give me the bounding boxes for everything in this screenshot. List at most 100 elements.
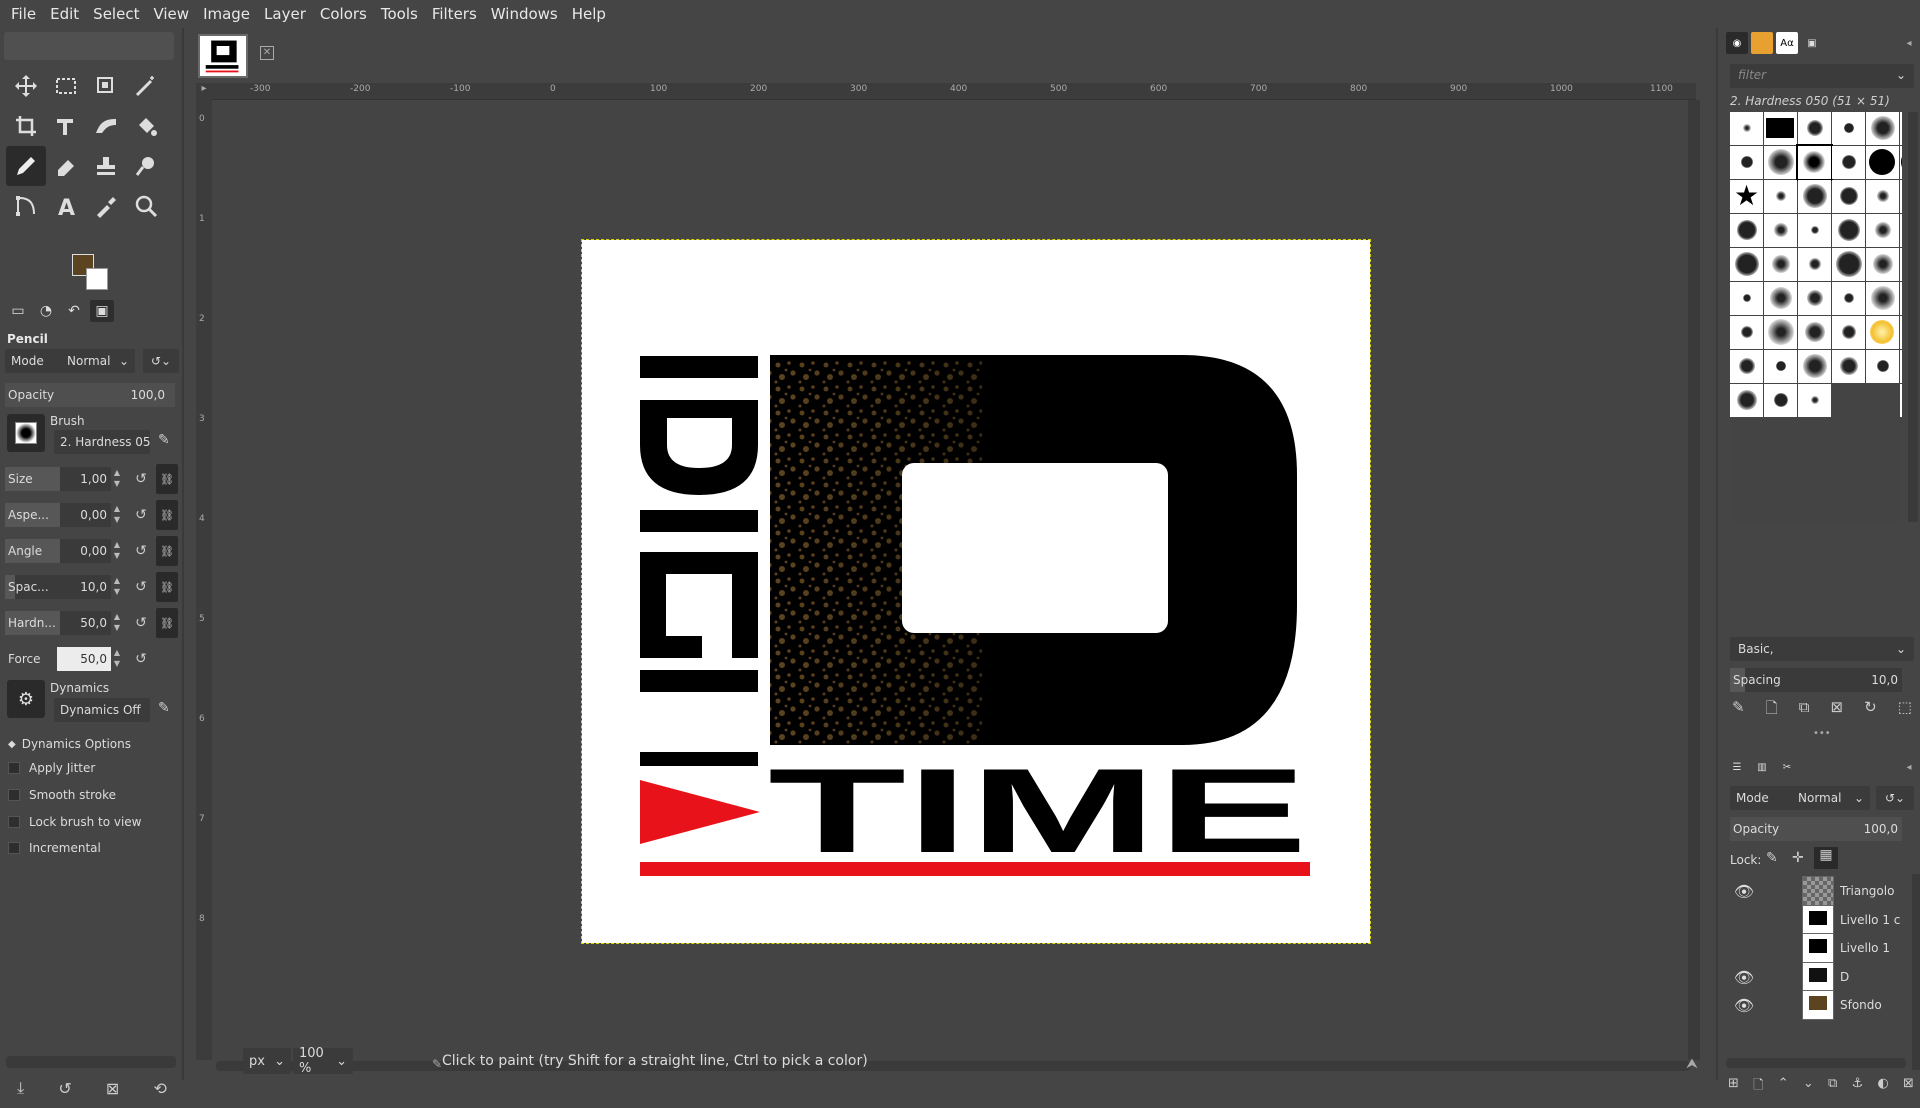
bucket-fill-tool-icon[interactable] [126, 106, 166, 146]
save-options-icon[interactable]: ⤓ [17, 1078, 24, 1098]
paths-tab-icon[interactable]: ✂ [1776, 756, 1798, 778]
brush-thumbnail[interactable] [1900, 180, 1902, 213]
delete-options-icon[interactable]: ⊠ [106, 1079, 119, 1098]
opacity-slider[interactable]: Opacity 100,0 [5, 383, 175, 407]
angle-spin-icon[interactable]: ▲ ▼ [111, 539, 123, 563]
duplicate-layer-icon[interactable]: ⧉ [1828, 1076, 1837, 1098]
quick-mask-corner-icon[interactable]: ▸ [196, 83, 212, 100]
menu-help[interactable]: Help [565, 5, 613, 23]
brush-thumbnail[interactable] [1866, 282, 1899, 315]
brush-set-combo[interactable]: Basic, ⌄ [1730, 637, 1914, 661]
brush-thumbnail[interactable] [1832, 316, 1865, 349]
brush-thumbnail[interactable] [1900, 214, 1902, 247]
size-reset-icon[interactable]: ↺ [131, 467, 151, 491]
brush-as-image-icon[interactable]: ⬚ [1898, 698, 1912, 723]
tool-options-tab-icon[interactable]: ▭ [6, 300, 30, 322]
smooth-stroke-checkbox[interactable]: Smooth stroke [8, 788, 116, 802]
anchor-layer-icon[interactable]: ⚓ [1852, 1076, 1864, 1098]
aspect-reset-icon[interactable]: ↺ [131, 503, 151, 527]
brush-thumbnail[interactable] [1900, 350, 1902, 383]
menu-file[interactable]: File [4, 5, 43, 23]
images-tab-icon[interactable]: ▣ [90, 300, 114, 322]
aspect-spin-icon[interactable]: ▲ ▼ [111, 503, 123, 527]
force-slider[interactable]: Force 50,0 [5, 647, 111, 671]
brush-thumbnail[interactable] [1764, 180, 1797, 213]
hardness-link-icon[interactable]: ⛓ [156, 608, 178, 638]
brush-thumbnail[interactable] [1798, 384, 1831, 417]
brush-thumbnail[interactable] [1764, 146, 1797, 179]
layer-mode-reset-button[interactable]: ↺⌄ [1876, 786, 1914, 810]
brush-name-field[interactable]: 2. Hardness 050 [54, 430, 150, 454]
image-canvas[interactable]: TIME [581, 239, 1371, 944]
brush-thumbnail[interactable] [1730, 316, 1763, 349]
raise-layer-icon[interactable]: ⌃ [1778, 1076, 1789, 1098]
brush-thumbnail[interactable]: ★ [1730, 180, 1763, 213]
brush-filter-input[interactable]: filter ⌄ [1730, 64, 1914, 88]
unit-combo[interactable]: px ⌄ [243, 1048, 291, 1074]
visibility-eye-icon[interactable]: 👁 [1732, 996, 1756, 1015]
layer-opacity-slider[interactable]: Opacity 100,0 [1730, 817, 1902, 841]
menu-edit[interactable]: Edit [43, 5, 86, 23]
aspect-slider[interactable]: Aspe... 0,00 [5, 503, 111, 527]
zoom-combo[interactable]: 100 % ⌄ [293, 1046, 353, 1076]
menu-tools[interactable]: Tools [374, 5, 425, 23]
edit-dynamics-icon[interactable]: ✎ [158, 700, 170, 716]
brush-thumbnail[interactable] [1730, 112, 1763, 145]
images-tab-icon[interactable]: ▣ [1801, 32, 1823, 54]
incremental-checkbox[interactable]: Incremental [8, 841, 101, 855]
paths-tool-icon[interactable] [6, 186, 46, 226]
color-picker-tool-icon[interactable] [86, 186, 126, 226]
undo-history-tab-icon[interactable]: ↶ [62, 300, 86, 322]
rect-select-tool-icon[interactable] [46, 66, 86, 106]
apply-jitter-checkbox[interactable]: Apply Jitter [8, 761, 95, 775]
brush-thumbnail[interactable] [1796, 144, 1833, 181]
canvas-area[interactable]: TIME [212, 100, 1696, 1060]
brush-thumbnail[interactable] [1730, 350, 1763, 383]
image-tab-thumbnail[interactable] [198, 34, 248, 78]
new-brush-icon[interactable]: 🗋 [1766, 698, 1778, 723]
brush-thumbnail[interactable] [1900, 282, 1902, 315]
spacing-slider[interactable]: Spac... 10,0 [5, 575, 111, 599]
vertical-scrollbar[interactable] [1688, 100, 1700, 1060]
layers-dock-menu-icon[interactable]: ◂ [1898, 756, 1920, 778]
lock-brush-checkbox[interactable]: Lock brush to view [8, 815, 142, 829]
brush-thumbnail[interactable] [1832, 350, 1865, 383]
spacing-link-icon[interactable]: ⛓ [156, 572, 178, 602]
brush-thumbnail[interactable] [1730, 146, 1763, 179]
force-spin-icon[interactable]: ▲ ▼ [111, 647, 123, 671]
brush-thumbnail[interactable] [1730, 248, 1763, 281]
size-slider[interactable]: Size 1,00 [5, 467, 111, 491]
dynamics-field[interactable]: Dynamics Off [54, 698, 150, 722]
clone-tool-icon[interactable] [86, 146, 126, 186]
refresh-brushes-icon[interactable]: ↻ [1864, 698, 1877, 723]
brush-thumbnail[interactable] [1798, 248, 1831, 281]
channels-tab-icon[interactable]: ▥ [1751, 756, 1773, 778]
brush-thumbnail[interactable] [1832, 180, 1865, 213]
menu-windows[interactable]: Windows [484, 5, 565, 23]
menu-layer[interactable]: Layer [257, 5, 313, 23]
brush-thumbnail[interactable] [1730, 384, 1763, 417]
reset-options-icon[interactable]: ⟲ [153, 1079, 166, 1098]
dock-menu-icon[interactable]: ◂ [1898, 32, 1920, 54]
menu-view[interactable]: View [146, 5, 196, 23]
device-status-tab-icon[interactable]: ◔ [34, 300, 58, 322]
new-layer-group-icon[interactable]: ⊞ [1728, 1076, 1739, 1098]
hardness-reset-icon[interactable]: ↺ [131, 611, 151, 635]
edit-brush-icon[interactable]: ✎ [1732, 698, 1745, 723]
brush-thumbnail[interactable] [1764, 112, 1797, 145]
magic-wand-tool-icon[interactable] [126, 66, 166, 106]
brush-thumbnail[interactable] [1900, 146, 1902, 179]
brush-thumbnail[interactable] [1798, 316, 1831, 349]
hardness-spin-icon[interactable]: ▲ ▼ [111, 611, 123, 635]
dynamics-button[interactable]: ⚙ [7, 680, 45, 718]
layer-row[interactable]: 👁 Sfondo [1726, 988, 1914, 1022]
duplicate-brush-icon[interactable]: ⧉ [1799, 698, 1810, 723]
menu-filters[interactable]: Filters [425, 5, 484, 23]
layer-mask-icon[interactable]: ◐ [1877, 1076, 1888, 1098]
hardness-slider[interactable]: Hardn... 50,0 [5, 611, 111, 635]
restore-options-icon[interactable]: ↺ [58, 1079, 71, 1098]
brush-thumbnail[interactable] [1832, 248, 1865, 281]
brushes-tab-icon[interactable]: ◉ [1726, 32, 1748, 54]
brush-thumbnail[interactable] [1764, 350, 1797, 383]
fuzzy-select-tool-icon[interactable] [86, 66, 126, 106]
